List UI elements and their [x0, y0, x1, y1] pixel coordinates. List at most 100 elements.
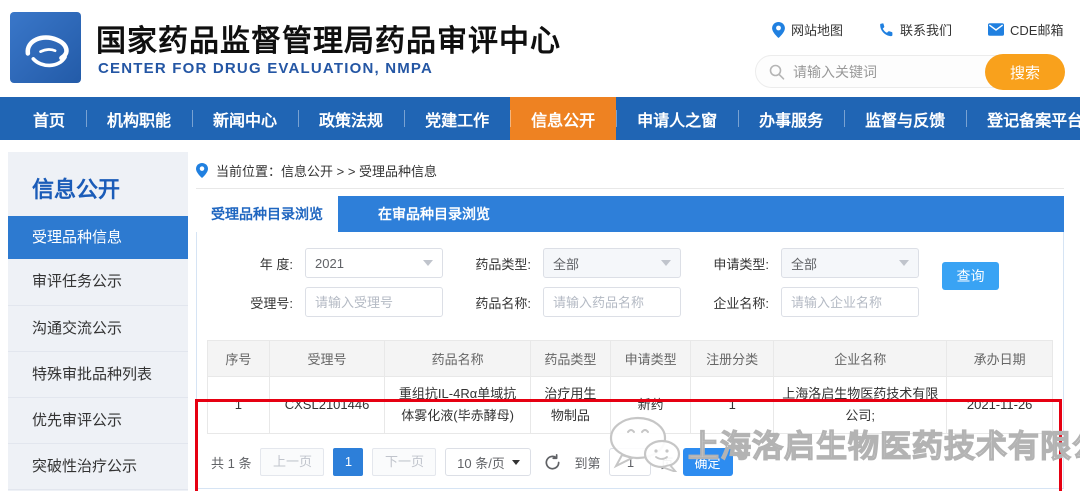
table-header-row: 序号 受理号 药品名称 药品类型 申请类型 注册分类 企业名称 承办日期	[207, 340, 1053, 377]
site-header: 国家药品监督管理局药品审评中心 CENTER FOR DRUG EVALUATI…	[0, 0, 1080, 97]
tab-under-review-catalog[interactable]: 在审品种目录浏览	[338, 196, 530, 232]
cell-company: 上海洛启生物医药技术有限公司;	[773, 376, 948, 434]
phone-icon	[880, 23, 893, 37]
page-size-select[interactable]: 10 条/页	[445, 448, 532, 476]
goto-page-input[interactable]	[609, 448, 652, 476]
refresh-button[interactable]	[544, 453, 561, 471]
query-button[interactable]: 查询	[942, 262, 999, 290]
col-drug-type: 药品类型	[529, 340, 612, 377]
sidebar-item-communication[interactable]: 沟通交流公示	[8, 305, 188, 351]
site-title-cn: 国家药品监督管理局药品审评中心	[96, 25, 561, 58]
drug-type-label: 药品类型:	[475, 256, 531, 272]
location-pin-icon	[772, 21, 785, 38]
results-table-wrap: 序号 受理号 药品名称 药品类型 申请类型 注册分类 企业名称 承办日期 1 C…	[207, 340, 1053, 434]
nav-item-info-disclosure[interactable]: 信息公开	[510, 97, 617, 140]
drug-name-label: 药品名称:	[475, 295, 531, 311]
chevron-down-icon	[511, 459, 520, 465]
sitemap-link[interactable]: 网站地图	[772, 20, 843, 39]
nav-item-news[interactable]: 新闻中心	[192, 97, 298, 140]
nav-item-applicant-window[interactable]: 申请人之窗	[616, 97, 738, 140]
chevron-down-icon	[899, 260, 909, 266]
year-value: 2021	[315, 255, 344, 271]
drug-type-value: 全部	[553, 256, 580, 272]
tab-panel: 年 度: 2021 药品类型: 全部 申请类型: 全部 受理号: 请输入受理号 …	[195, 232, 1064, 491]
goto-suffix: 页	[660, 455, 674, 471]
cell-handle-date: 2021-11-26	[946, 376, 1053, 434]
nav-item-policy[interactable]: 政策法规	[298, 97, 404, 140]
quick-links: 网站地图 联系我们 CDE邮箱	[772, 20, 1063, 39]
breadcrumb: 当前位置：信息公开 > > 受理品种信息	[196, 152, 1064, 189]
cell-drug-name: 重组抗IL-4Rα单域抗体雾化液(毕赤酵母)	[384, 376, 531, 434]
chevron-down-icon	[661, 260, 671, 266]
sidebar-item-review-tasks[interactable]: 审评任务公示	[8, 259, 188, 305]
col-apply-type: 申请类型	[610, 340, 692, 377]
results-table: 序号 受理号 药品名称 药品类型 申请类型 注册分类 企业名称 承办日期 1 C…	[207, 340, 1053, 434]
page-1-button[interactable]: 1	[333, 448, 364, 476]
year-label: 年 度:	[259, 256, 293, 272]
apply-type-select[interactable]: 全部	[781, 248, 919, 278]
year-select[interactable]: 2021	[305, 248, 443, 278]
main-nav: 首页 机构职能 新闻中心 政策法规 党建工作 信息公开 申请人之窗 办事服务 监…	[0, 97, 1080, 140]
search-icon	[769, 64, 785, 80]
search-input[interactable]	[793, 63, 963, 80]
cell-reg-class: 1	[690, 376, 775, 434]
pagination: 共 1 条 上一页 1 下一页 10 条/页 到第 1 页 确定	[211, 448, 1063, 476]
page-size-value: 10 条/页	[457, 455, 505, 471]
sitemap-label: 网站地图	[791, 23, 844, 38]
header-search: 搜索	[755, 54, 1065, 90]
mailbox-link[interactable]: CDE邮箱	[988, 20, 1063, 39]
sidebar-item-priority-review[interactable]: 优先审评公示	[8, 397, 188, 443]
filter-row-1: 年 度: 2021 药品类型: 全部 申请类型: 全部	[223, 248, 1063, 278]
nav-item-supervision[interactable]: 监督与反馈	[844, 97, 966, 140]
prev-page-button[interactable]: 上一页	[260, 448, 325, 476]
site-title-en: CENTER FOR DRUG EVALUATION, NMPA	[98, 60, 434, 77]
company-input[interactable]	[781, 287, 919, 317]
nav-item-party[interactable]: 党建工作	[404, 97, 510, 140]
breadcrumb-text: 当前位置：信息公开 > > 受理品种信息	[216, 163, 438, 179]
nav-item-services[interactable]: 办事服务	[738, 97, 844, 140]
goto-prefix: 到第	[574, 455, 601, 471]
sidebar-item-special-approval[interactable]: 特殊审批品种列表	[8, 351, 188, 397]
col-reg-class: 注册分类	[690, 340, 775, 377]
cell-seq: 1	[207, 376, 270, 434]
sidebar: 信息公开 受理品种信息 审评任务公示 沟通交流公示 特殊审批品种列表 优先审评公…	[8, 152, 188, 491]
envelope-icon	[988, 23, 1005, 36]
nav-item-functions[interactable]: 机构职能	[86, 97, 192, 140]
contact-link[interactable]: 联系我们	[879, 20, 952, 39]
tab-accepted-catalog[interactable]: 受理品种目录浏览	[196, 196, 338, 232]
next-page-button[interactable]: 下一页	[372, 448, 437, 476]
filter-row-2: 受理号: 药品名称: 企业名称:	[223, 287, 1063, 317]
drug-name-input[interactable]	[543, 287, 681, 317]
cde-logo	[10, 12, 81, 83]
mailbox-label: CDE邮箱	[1010, 23, 1064, 38]
search-button[interactable]: 搜索	[985, 54, 1065, 90]
chevron-down-icon	[423, 260, 433, 266]
sidebar-item-breakthrough-therapy[interactable]: 突破性治疗公示	[8, 443, 188, 489]
cell-apply-type: 新药	[610, 376, 692, 434]
location-pin-icon	[196, 162, 208, 178]
goto-confirm-button[interactable]: 确定	[682, 448, 733, 476]
table-row: 1 CXSL2101446 重组抗IL-4Rα单域抗体雾化液(毕赤酵母) 治疗用…	[207, 376, 1053, 434]
col-company: 企业名称	[773, 340, 948, 377]
contact-label: 联系我们	[900, 23, 953, 38]
col-drug-name: 药品名称	[384, 340, 531, 377]
nav-item-registration-platform[interactable]: 登记备案平台	[966, 97, 1080, 140]
nav-item-home[interactable]: 首页	[12, 97, 86, 140]
tabbar: 受理品种目录浏览 在审品种目录浏览	[196, 196, 1064, 232]
cell-drug-type: 治疗用生物制品	[529, 376, 612, 434]
main-panel: 当前位置：信息公开 > > 受理品种信息 受理品种目录浏览 在审品种目录浏览 年…	[195, 152, 1064, 491]
pagination-total: 共 1 条	[211, 455, 252, 471]
company-label: 企业名称:	[713, 295, 769, 311]
col-handle-date: 承办日期	[946, 340, 1053, 377]
content: 信息公开 受理品种信息 审评任务公示 沟通交流公示 特殊审批品种列表 优先审评公…	[0, 152, 1080, 491]
acceptance-no-label: 受理号:	[250, 295, 293, 311]
refresh-icon	[545, 453, 560, 470]
drug-type-select[interactable]: 全部	[543, 248, 681, 278]
filter-form: 年 度: 2021 药品类型: 全部 申请类型: 全部 受理号: 请输入受理号 …	[197, 232, 1063, 328]
cell-acceptance-no: CXSL2101446	[268, 376, 386, 434]
apply-type-label: 申请类型:	[713, 256, 769, 272]
col-seq: 序号	[207, 340, 270, 377]
cde-swirl-icon	[25, 34, 69, 67]
sidebar-item-accepted-varieties[interactable]: 受理品种信息	[8, 216, 188, 259]
acceptance-no-input[interactable]	[305, 287, 443, 317]
